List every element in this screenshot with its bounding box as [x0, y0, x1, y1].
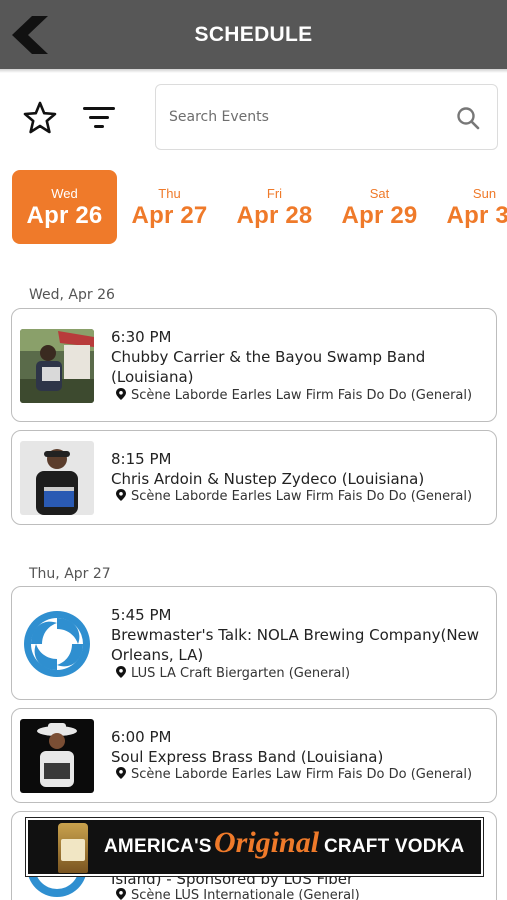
event-name: Soul Express Brass Band (Louisiana) [111, 748, 384, 766]
event-location: LUS LA Craft Biergarten (General) [116, 666, 350, 681]
location-pin-icon [116, 388, 126, 400]
date-day-label: Fri [266, 186, 283, 201]
date-selector: Wed Apr 26 Thu Apr 27 Fri Apr 28 Sat Apr… [0, 170, 507, 244]
event-card[interactable]: 5:45 PM Brewmaster's Talk: NOLA Brewing … [11, 586, 497, 700]
event-location: Scène Laborde Earles Law Firm Fais Do Do… [116, 388, 472, 403]
event-time: 5:45 PM [111, 606, 172, 624]
date-label: Apr 28 [236, 202, 313, 229]
app-header: SCHEDULE [0, 0, 507, 69]
event-name: Chubby Carrier & the Bayou Swamp Band (L… [111, 348, 426, 386]
event-card[interactable]: 8:15 PM Chris Ardoin & Nustep Zydeco (Lo… [11, 430, 497, 525]
event-time: 6:30 PM [111, 328, 172, 346]
date-label: Apr 30 [446, 202, 507, 229]
search-icon[interactable] [455, 105, 481, 131]
date-day-label: Wed [51, 186, 78, 201]
date-day-label: Thu [158, 186, 181, 201]
section-heading-wed: Wed, Apr 26 [29, 287, 115, 303]
date-day-label: Sun [472, 186, 497, 201]
ad-text-original: Original [214, 826, 320, 859]
event-location-label: Scène Laborde Earles Law Firm Fais Do Do… [131, 388, 473, 403]
event-location-label: Scène LUS Internationale (General) [131, 888, 360, 900]
section-heading-thu: Thu, Apr 27 [29, 566, 111, 582]
event-time: 8:15 PM [111, 450, 172, 468]
ad-banner[interactable]: AMERICA'S Original CRAFT VODKA [25, 817, 484, 877]
date-tab-sun[interactable]: Sun Apr 30 [432, 170, 507, 244]
event-card[interactable]: 6:00 PM Soul Express Brass Band (Louisia… [11, 708, 497, 803]
location-pin-icon [116, 489, 126, 501]
header-shadow [0, 69, 507, 73]
swirl-logo-icon [20, 607, 94, 681]
event-name: Chris Ardoin & Nustep Zydeco (Louisiana) [111, 470, 425, 488]
location-pin-icon [116, 888, 126, 900]
favorites-star-icon[interactable] [22, 100, 58, 136]
location-pin-icon [116, 666, 126, 678]
date-tab-wed[interactable]: Wed Apr 26 [12, 170, 117, 244]
date-tab-thu[interactable]: Thu Apr 27 [117, 170, 222, 244]
date-label: Apr 29 [341, 202, 418, 229]
event-name: Brewmaster's Talk: NOLA Brewing Company(… [111, 626, 480, 664]
event-location: Scène Laborde Earles Law Firm Fais Do Do… [116, 489, 472, 504]
event-photo-accordion-player [20, 441, 94, 515]
date-day-label: Sat [369, 186, 390, 201]
event-location: Scène LUS Internationale (General) [116, 888, 360, 900]
vodka-bottle-icon [58, 823, 88, 873]
event-location: Scène Laborde Earles Law Firm Fais Do Do… [116, 767, 472, 782]
search-input[interactable] [169, 103, 449, 131]
event-card[interactable]: 6:30 PM Chubby Carrier & the Bayou Swamp… [11, 308, 497, 422]
event-location-label: Scène Laborde Earles Law Firm Fais Do Do… [131, 489, 473, 504]
event-photo-accordion-player [20, 329, 94, 403]
location-pin-icon [116, 767, 126, 779]
date-label: Apr 27 [131, 202, 208, 229]
event-location-label: LUS LA Craft Biergarten (General) [131, 666, 351, 681]
event-location-label: Scène Laborde Earles Law Firm Fais Do Do… [131, 767, 473, 782]
search-box[interactable] [155, 84, 498, 150]
page-title: SCHEDULE [194, 23, 313, 46]
date-tab-sat[interactable]: Sat Apr 29 [327, 170, 432, 244]
date-tab-fri[interactable]: Fri Apr 28 [222, 170, 327, 244]
event-photo-accordion-player [20, 719, 94, 793]
filter-icon[interactable] [80, 100, 118, 136]
ad-text-craft-vodka: CRAFT VODKA [324, 836, 465, 857]
date-label: Apr 26 [26, 202, 103, 229]
ad-text-americas: AMERICA'S [104, 836, 212, 857]
event-time: 6:00 PM [111, 728, 172, 746]
